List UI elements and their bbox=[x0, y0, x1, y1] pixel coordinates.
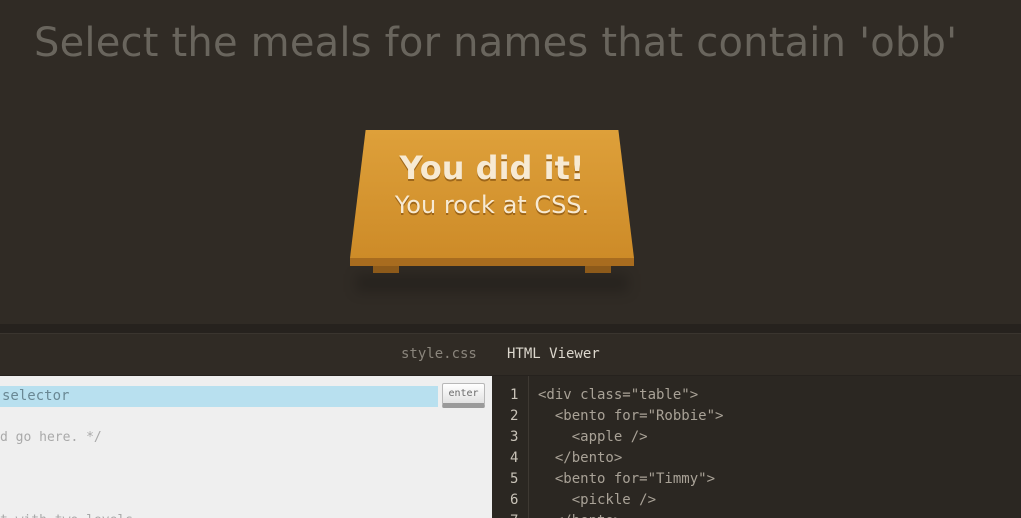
code-line: 3 <apple /> bbox=[492, 427, 1021, 448]
code-text: <apple /> bbox=[538, 429, 648, 445]
code-line: 2 <bento for="Robbie"> bbox=[492, 406, 1021, 427]
code-text: </bento> bbox=[538, 511, 622, 518]
line-number: 5 bbox=[510, 471, 519, 487]
game-area: Select the meals for names that contain … bbox=[0, 0, 1021, 324]
css-comment: d go here. */ bbox=[0, 430, 102, 445]
code-text: </bento> bbox=[538, 450, 623, 466]
code-text: <pickle /> bbox=[538, 492, 657, 508]
tab-style-css[interactable]: style.css bbox=[401, 346, 477, 362]
table-edge bbox=[350, 258, 634, 266]
table-shadow bbox=[356, 274, 628, 292]
enter-button[interactable]: enter bbox=[442, 383, 485, 408]
table-leg-right bbox=[585, 266, 611, 273]
line-number: 3 bbox=[510, 429, 519, 445]
line-number: 2 bbox=[510, 408, 519, 424]
code-text: <bento for="Timmy"> bbox=[538, 471, 716, 487]
line-number: 7 bbox=[510, 511, 518, 518]
panel-divider bbox=[0, 324, 1021, 334]
code-text: <div class="table"> bbox=[538, 387, 699, 403]
line-number: 6 bbox=[510, 492, 519, 508]
html-viewer: 1 <div class="table"> 2 <bento for="Robbie… bbox=[492, 376, 1021, 518]
win-title: You did it! bbox=[399, 149, 585, 187]
css-cut-line: t with two levels bbox=[0, 514, 160, 518]
line-number: 4 bbox=[510, 450, 519, 466]
win-subtitle: You rock at CSS. bbox=[394, 191, 590, 219]
code-line: 4 </bento> bbox=[492, 448, 1021, 469]
code-line: 1 <div class="table"> bbox=[492, 385, 1021, 406]
editor-tabs: style.css HTML Viewer bbox=[0, 334, 1021, 376]
line-number: 1 bbox=[510, 387, 519, 403]
code-text: <bento for="Robbie"> bbox=[538, 408, 724, 424]
table: You did it! You rock at CSS. bbox=[346, 128, 638, 298]
code-line: 6 <pickle /> bbox=[492, 490, 1021, 511]
code-line: 7 </bento> bbox=[492, 511, 1021, 518]
win-message: You did it! You rock at CSS. bbox=[350, 148, 634, 222]
table-leg-left bbox=[373, 266, 399, 273]
css-selector-input[interactable] bbox=[0, 386, 438, 407]
css-editor: enter d go here. */ t with two levels bbox=[0, 376, 492, 518]
tab-html-viewer[interactable]: HTML Viewer bbox=[507, 346, 600, 362]
level-instruction: Select the meals for names that contain … bbox=[34, 20, 958, 66]
code-line: 5 <bento for="Timmy"> bbox=[492, 469, 1021, 490]
